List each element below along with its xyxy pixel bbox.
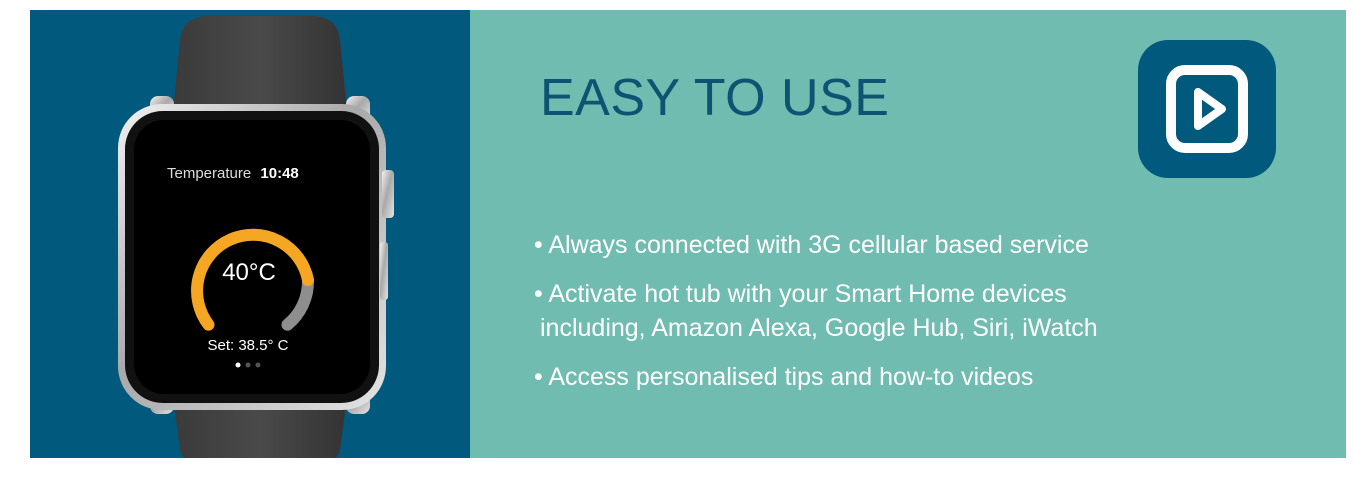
feature-text: Access personalised tips and how-to vide… <box>548 363 1034 391</box>
play-video-icon-glyph <box>1166 65 1248 153</box>
watch-temperature: 40°C <box>222 259 276 286</box>
feature-text: Activate hot tub with your Smart Home de… <box>548 280 1067 308</box>
watch-title: Temperature <box>167 165 251 182</box>
page-dot <box>245 362 251 368</box>
feature-text-continued: including, Amazon Alexa, Google Hub, Sir… <box>540 314 1098 342</box>
side-button <box>380 242 388 300</box>
list-item: • Activate hot tub with your Smart Home … <box>534 277 1334 345</box>
bullet: • <box>534 280 543 308</box>
smartwatch-image: Temperature 10:48 40°C Set: 38.5° C <box>118 16 394 458</box>
list-item: • Always connected with 3G cellular base… <box>534 228 1334 262</box>
watch-set-point: Set: 38.5° C <box>207 337 288 354</box>
watch-time: 10:48 <box>260 165 298 182</box>
features-panel: EASY TO USE • Always connected with 3G c… <box>470 10 1346 458</box>
page-dot-active <box>235 362 241 368</box>
watch-panel: Temperature 10:48 40°C Set: 38.5° C <box>30 10 470 458</box>
digital-crown <box>382 170 394 218</box>
feature-text: Always connected with 3G cellular based … <box>548 231 1089 259</box>
play-video-icon[interactable] <box>1138 40 1276 178</box>
svg-text:Temperature 10:48: Temperature 10:48 <box>167 165 299 182</box>
feature-banner: Temperature 10:48 40°C Set: 38.5° C EASY… <box>30 10 1346 458</box>
bullet: • <box>534 231 543 259</box>
bullet: • <box>534 363 543 391</box>
list-item: • Access personalised tips and how-to vi… <box>534 360 1334 394</box>
page-title: EASY TO USE <box>540 69 890 127</box>
page-dot <box>255 362 261 368</box>
feature-list: • Always connected with 3G cellular base… <box>534 228 1334 409</box>
